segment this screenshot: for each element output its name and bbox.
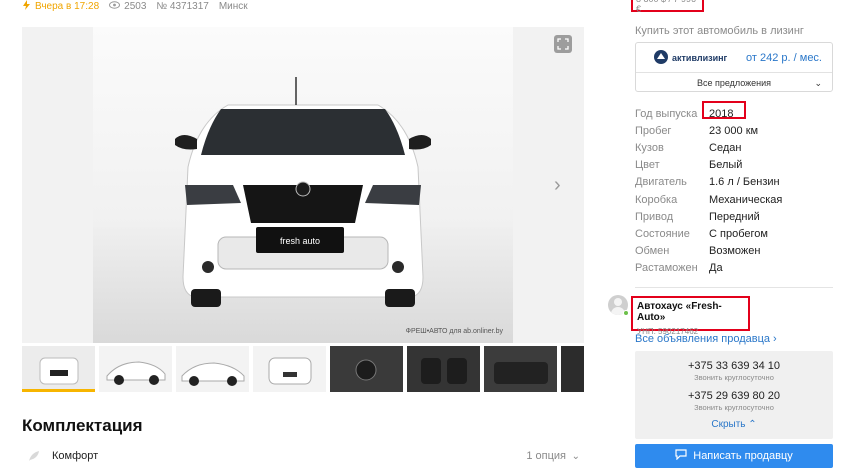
expand-icon[interactable] [554,35,572,53]
spec-row-color: Цвет Белый [635,157,833,174]
chevron-down-icon: ⌄ [814,77,822,88]
city-label: Минск [218,0,248,12]
chat-icon [675,449,687,463]
spec-row-body: Кузов Седан [635,139,833,156]
views-count: 2503 [109,1,146,12]
spec-value: Да [709,262,723,275]
listing-meta: Вчера в 17:28 2503 № 4371317 Минск [22,0,248,12]
spec-key: Цвет [635,159,660,172]
leasing-price[interactable]: от 242 р. / мес. [746,52,822,64]
spec-value: Белый [709,159,743,172]
spec-value: Передний [709,210,760,223]
spec-row-customs: Растаможен Да [635,260,833,277]
spec-key: Привод [635,210,674,223]
spec-row-engine: Двигатель 1.6 л / Бензин [635,174,833,191]
main-photo[interactable]: fresh auto ФРЕШ•АВТО для ab.onliner.by [93,27,513,343]
car-front-image: fresh auto ФРЕШ•АВТО для ab.onliner.by [93,77,513,343]
spec-key: Состояние [635,227,690,240]
leasing-provider-logo: активлизинг [654,49,728,66]
leasing-offers-dropdown[interactable]: Все предложения ⌄ [636,73,832,93]
next-photo-icon[interactable]: › [554,175,570,195]
spec-row-mileage: Пробег 23 000 км [635,122,833,139]
svg-text:fresh auto: fresh auto [280,236,320,246]
spec-key: Коробка [635,193,678,206]
listing-number: № 4371317 [156,0,209,12]
online-status-icon [623,310,629,316]
thumbnail-3[interactable] [176,346,249,392]
spec-row-exchange: Обмен Возможен [635,243,833,260]
thumbnail-6[interactable] [407,346,480,392]
spec-key: Обмен [635,245,670,258]
leasing-label: Купить этот автомобиль в лизинг [635,25,804,37]
equipment-option-name: Комфорт [52,450,99,462]
thumbnail-strip [22,346,584,392]
eye-icon [109,0,121,12]
write-seller-label: Написать продавцу [693,450,793,462]
phone-note: Звонить круглосуточно [694,403,774,412]
leasing-logo-icon [654,49,668,66]
spec-key: Растаможен [635,262,698,275]
leasing-offers-label: Все предложения [696,78,772,88]
spec-value: 23 000 км [709,124,759,137]
spec-value: 1.6 л / Бензин [709,176,780,189]
phone-entry-1[interactable]: +375 33 639 34 10 Звонить круглосуточно [635,360,833,382]
all-seller-ads-link[interactable]: Все объявления продавца › [635,333,777,345]
specs-table: Год выпуска 2018 Пробег 23 000 км Кузов Сед… [635,105,833,277]
feather-icon [26,448,42,467]
phone-number[interactable]: +375 33 639 34 10 [635,360,833,372]
seller-name[interactable]: Автохаус «Fresh-Auto» [637,301,744,323]
divider [635,287,833,288]
equipment-option-count: 1 опция [526,450,566,462]
views-text: 2503 [124,0,147,12]
phone-note: Звонить круглосуточно [694,373,774,382]
phone-entry-2[interactable]: +375 29 639 80 20 Звонить круглосуточно [635,390,833,412]
spec-row-condition: Состояние С пробегом [635,225,833,242]
leasing-widget[interactable]: активлизинг от 242 р. / мес. Все предлож… [635,42,833,92]
spec-row-drive: Привод Передний [635,208,833,225]
leasing-provider-name: активлизинг [672,52,728,63]
spec-key: Двигатель [635,176,687,189]
thumbnail-1[interactable] [22,346,95,392]
thumbnail-4[interactable] [253,346,326,392]
spec-key: Кузов [635,141,664,154]
year-highlight [702,101,746,119]
phone-number[interactable]: +375 29 639 80 20 [635,390,833,402]
thumbnail-2[interactable] [99,346,172,392]
spec-value: С пробегом [709,227,768,240]
lightning-icon [22,0,31,13]
seller-highlight: Автохаус «Fresh-Auto» УНП: 590217462 [631,296,750,336]
equipment-title: Комплектация [22,416,143,435]
equipment-option-row[interactable]: Комфорт 1 опция ⌄ [22,446,584,466]
thumbnail-5[interactable] [330,346,403,392]
leasing-offer[interactable]: активлизинг от 242 р. / мес. [636,43,832,73]
write-seller-button[interactable]: Написать продавцу [635,444,833,468]
price-text: 8 800 $ / 7 996 € [636,0,696,14]
spec-value: Седан [709,141,742,154]
publish-time-text: Вчера в 17:28 [35,0,100,12]
photo-gallery[interactable]: fresh auto ФРЕШ•АВТО для ab.onliner.by › [22,27,584,343]
spec-key: Пробег [635,124,672,137]
chevron-down-icon: ⌄ [571,450,580,462]
price-highlight: 8 800 $ / 7 996 € [631,0,704,14]
spec-value: Механическая [709,193,783,206]
svg-text:ФРЕШ•АВТО для ab.onliner.by: ФРЕШ•АВТО для ab.onliner.by [406,328,504,335]
hide-phones-link[interactable]: Скрыть ⌃ [635,419,833,430]
thumbnail-7[interactable] [484,346,557,392]
spec-value: Возможен [709,245,761,258]
spec-row-gearbox: Коробка Механическая [635,191,833,208]
phones-panel: +375 33 639 34 10 Звонить круглосуточно … [635,351,833,439]
publish-time: Вчера в 17:28 [22,0,99,13]
spec-key: Год выпуска [635,107,698,120]
thumbnail-8[interactable] [561,346,584,392]
